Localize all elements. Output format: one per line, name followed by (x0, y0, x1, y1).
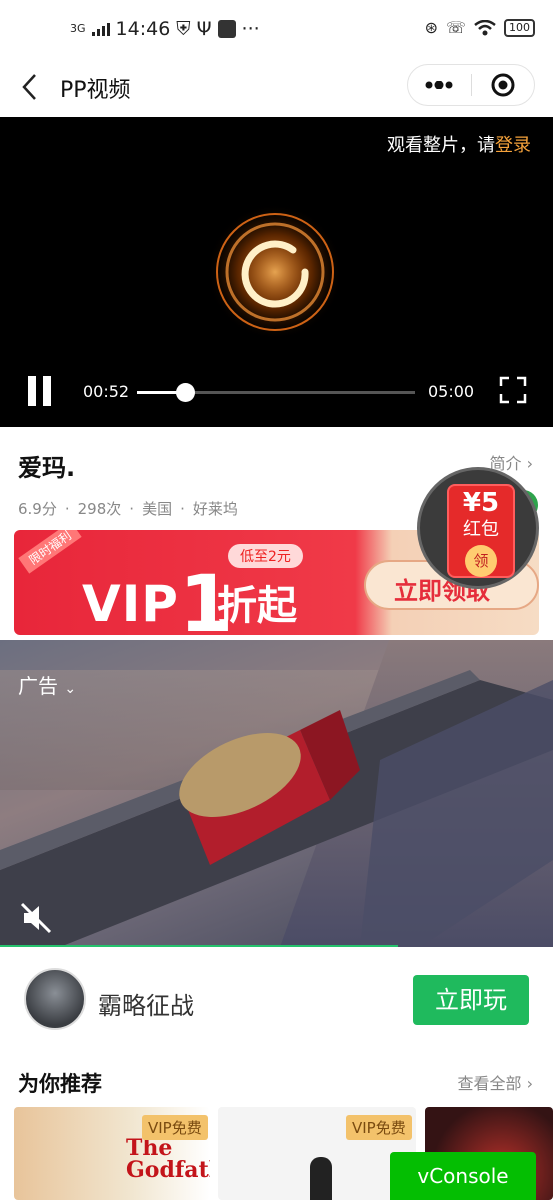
signal-icon: 3G (70, 22, 86, 35)
target-icon (491, 73, 515, 97)
mute-icon[interactable] (20, 902, 54, 934)
current-time: 00:52 (83, 382, 130, 401)
more-button[interactable] (408, 65, 471, 105)
pause-button[interactable] (28, 376, 52, 406)
login-tip: 观看整片，请登录 (387, 131, 531, 157)
recommend-heading: 为你推荐 (18, 1072, 102, 1096)
recommend-item[interactable]: The Godfather VIP免费 (14, 1107, 210, 1200)
bluetooth-icon: ⊛ (424, 18, 438, 37)
duration: 05:00 (428, 382, 475, 401)
region: 美国 (142, 500, 173, 518)
battery-icon: 100 (504, 18, 535, 37)
status-bar: 3G 14:46 ⛨ Ψ ··· ⊛ ☏ 100 (0, 0, 553, 60)
ad-label-text: 广告 (18, 674, 58, 698)
packet-amount: ¥5 (462, 488, 500, 518)
pause-icon (28, 376, 36, 406)
view-all-label: 查看全部 (457, 1074, 522, 1093)
pause-icon-bar (43, 376, 51, 406)
vip-free-badge: VIP免费 (142, 1115, 208, 1140)
more-status-icon: ··· (241, 18, 260, 40)
login-tip-text: 观看整片，请 (387, 135, 495, 156)
back-icon[interactable] (18, 72, 42, 102)
chevron-right-icon: › (526, 1074, 533, 1093)
status-left: 3G 14:46 ⛨ Ψ ··· (70, 18, 260, 40)
vip-text: VIP (82, 575, 179, 633)
game-name: 霸略征战 (98, 992, 194, 1020)
poster-figure (310, 1157, 332, 1200)
limited-tag: 限时福利 (18, 530, 82, 574)
status-time: 14:46 (115, 18, 171, 40)
ad-scene-railway (0, 670, 553, 947)
app-icon (217, 20, 236, 38)
game-avatar[interactable] (24, 968, 86, 1030)
progress-knob[interactable] (176, 383, 196, 402)
packet-label: 红包 (463, 519, 499, 540)
ad-progress-bar (0, 945, 399, 947)
vconsole-button[interactable]: vConsole (390, 1152, 536, 1200)
low-price-tag: 低至2元 (228, 544, 303, 568)
recommend-item[interactable]: VIP免费 (218, 1107, 416, 1200)
video-player[interactable]: 观看整片，请登录 00:52 05:00 (0, 117, 553, 427)
signal-bars-icon (91, 23, 110, 36)
wifi-icon (474, 19, 496, 35)
claim-coin-icon: 领 (465, 545, 497, 577)
more-dots-icon (425, 81, 453, 89)
loading-spinner-icon (207, 204, 343, 340)
play-count: 298次 (77, 500, 122, 518)
genre: 好莱坞 (192, 500, 238, 518)
fullscreen-icon[interactable] (499, 376, 527, 404)
view-all-link[interactable]: 查看全部 › (457, 1070, 533, 1094)
red-packet-card: ¥5 红包 领 (447, 484, 515, 578)
vip-free-badge: VIP免费 (346, 1115, 412, 1140)
poster-title: The Godfather (126, 1135, 210, 1183)
vip-headline: VIP1 (82, 550, 234, 635)
status-right: ⊛ ☏ 100 (425, 18, 535, 37)
nav-bar: PP视频 (0, 60, 553, 116)
chevron-down-icon: ⌄ (64, 681, 77, 697)
play-now-button[interactable]: 立即玩 (413, 975, 529, 1025)
player-controls: 00:52 05:00 (0, 372, 553, 412)
progress-track[interactable] (137, 383, 415, 402)
shield-icon: ⛨ (176, 18, 191, 40)
red-packet-float[interactable]: ¥5 红包 领 (417, 467, 539, 589)
page-title: PP视频 (60, 78, 131, 103)
rating: 6.9分 (18, 500, 57, 518)
chevron-right-icon: › (526, 454, 533, 473)
ad-label[interactable]: 广告 ⌄ (18, 670, 76, 699)
ad-game-row: 霸略征战 立即玩 (0, 948, 553, 1048)
discount-text: 折起 (217, 583, 297, 629)
close-program-button[interactable] (472, 65, 535, 105)
video-title: 爱玛. (18, 454, 76, 482)
video-meta: 6.9分 · 298次 · 美国 · 好莱坞 (18, 500, 238, 518)
ad-video[interactable]: 广告 ⌄ (0, 640, 553, 947)
login-link[interactable]: 登录 (495, 135, 531, 156)
mini-program-capsule (407, 64, 535, 106)
vibrate-icon: ☏ (445, 18, 466, 37)
usb-icon: Ψ (196, 18, 212, 40)
